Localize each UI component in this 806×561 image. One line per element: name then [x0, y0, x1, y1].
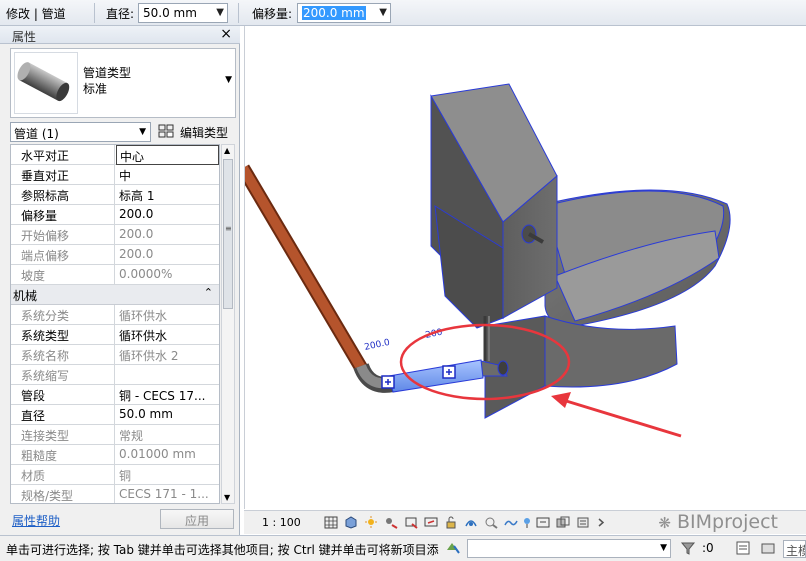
- context-label: 修改 | 管道: [6, 7, 66, 21]
- crop-view-icon[interactable]: [404, 516, 418, 529]
- divider: [238, 3, 239, 23]
- properties-grid: 水平对正 中心 垂直对正 中 参照标高 标高 1 偏移量 200.0 开始偏移 …: [10, 144, 220, 504]
- analytical-model-icon[interactable]: [520, 516, 534, 529]
- prop-row-size-type: 规格/类型 CECS 171 - 1...: [11, 485, 219, 503]
- show-crop-icon[interactable]: [424, 516, 438, 529]
- shadows-icon[interactable]: [384, 516, 398, 529]
- grip-icon: ≡: [225, 224, 232, 233]
- diameter-value: 50.0 mm: [143, 6, 197, 20]
- worksharing-icon[interactable]: [576, 516, 590, 529]
- temporary-properties-icon[interactable]: [504, 516, 518, 529]
- chevron-down-icon: ▼: [216, 7, 224, 18]
- selection-count: :0: [702, 541, 714, 555]
- selected-pipe[interactable]: [388, 359, 484, 393]
- filter-icon[interactable]: [680, 540, 696, 556]
- properties-help-link[interactable]: 属性帮助: [12, 512, 60, 529]
- prop-row-reference-level[interactable]: 参照标高 标高 1: [11, 185, 219, 205]
- chevron-down-icon: ▼: [139, 127, 146, 137]
- options-bar: 修改 | 管道 直径: 50.0 mm ▼ 偏移量: 200.0 mm ▼: [0, 0, 806, 26]
- wechat-icon: ❋: [658, 514, 671, 532]
- prop-row-end-offset: 端点偏移 200.0: [11, 245, 219, 265]
- offset-value: 200.0 mm: [302, 6, 366, 20]
- scroll-down-icon[interactable]: ▼: [224, 493, 230, 502]
- status-hint: 单击可进行选择; 按 Tab 键并单击可选择其他项目; 按 Ctrl 键并单击可…: [6, 543, 439, 557]
- edit-type-icon: [158, 124, 174, 138]
- worksets-icon[interactable]: [445, 540, 461, 556]
- properties-palette: 属性 × 管道类型 标准 ▼ 管道 (1) ▼ 编辑类型 水平对正 中心 垂直对…: [0, 26, 240, 535]
- chevron-down-icon: ▼: [225, 75, 232, 85]
- prop-row-roughness: 粗糙度 0.01000 mm: [11, 445, 219, 465]
- status-bar: 单击可进行选择; 按 Tab 键并单击可选择其他项目; 按 Ctrl 键并单击可…: [0, 535, 806, 561]
- chevron-down-icon: ▼: [379, 7, 387, 18]
- view-control-bar: 1 : 100 ❋ BIMproject: [244, 510, 806, 534]
- properties-scrollbar[interactable]: ▲ ≡ ▼: [221, 144, 235, 504]
- diameter-combo[interactable]: 50.0 mm ▼: [138, 3, 228, 23]
- offset-combo[interactable]: 200.0 mm ▼: [297, 3, 391, 23]
- prop-row-start-offset: 开始偏移 200.0: [11, 225, 219, 245]
- visual-style-icon[interactable]: [344, 516, 358, 529]
- highlight-arrow: [562, 398, 682, 438]
- prop-row-system-abbreviation: 系统缩写: [11, 365, 219, 385]
- reveal-hidden-icon[interactable]: [484, 516, 498, 529]
- prop-row-vertical-justification[interactable]: 垂直对正 中: [11, 165, 219, 185]
- apply-button[interactable]: 应用: [160, 509, 234, 529]
- prop-row-horizontal-justification[interactable]: 水平对正 中心: [11, 145, 219, 165]
- 3d-viewport[interactable]: 200.0 200: [244, 26, 806, 509]
- prop-row-system-type[interactable]: 系统类型 循环供水: [11, 325, 219, 345]
- pipe-type-thumbnail: [14, 52, 78, 114]
- editable-only-icon[interactable]: [735, 540, 751, 556]
- close-icon[interactable]: ×: [220, 26, 232, 42]
- constraints-icon[interactable]: [536, 516, 550, 529]
- divider: [94, 3, 95, 23]
- prop-row-system-classification: 系统分类 循环供水: [11, 305, 219, 325]
- prop-row-offset[interactable]: 偏移量 200.0: [11, 205, 219, 225]
- palette-title: 属性: [12, 30, 37, 44]
- sun-path-icon[interactable]: [364, 516, 378, 529]
- group-header-mechanical[interactable]: 机械 ⌃: [11, 285, 219, 305]
- prop-row-slope: 坡度 0.0000%: [11, 265, 219, 285]
- collapse-icon[interactable]: ⌃: [204, 286, 213, 299]
- highlight-displacement-icon[interactable]: [556, 516, 570, 529]
- offset-label: 偏移量:: [252, 7, 293, 21]
- type-name: 管道类型 标准: [83, 66, 132, 96]
- type-selector[interactable]: 管道类型 标准 ▼: [10, 48, 236, 118]
- scroll-right-icon[interactable]: [594, 516, 608, 529]
- chevron-down-icon: ▼: [660, 543, 667, 553]
- diameter-label: 直径:: [106, 7, 135, 21]
- scrollbar-thumb[interactable]: ≡: [223, 159, 233, 309]
- view-scale[interactable]: 1 : 100: [262, 516, 301, 529]
- active-workset-dropdown[interactable]: ▼: [467, 539, 671, 558]
- instance-filter-dropdown[interactable]: 管道 (1) ▼: [10, 122, 151, 142]
- prop-row-segment[interactable]: 管段 铜 - CECS 17...: [11, 385, 219, 405]
- scroll-up-icon[interactable]: ▲: [224, 146, 230, 155]
- prop-row-material: 材质 铜: [11, 465, 219, 485]
- prop-row-connection-type: 连接类型 常规: [11, 425, 219, 445]
- unlocked-view-icon[interactable]: [444, 516, 458, 529]
- prop-row-system-name: 系统名称 循环供水 2: [11, 345, 219, 365]
- temp-dimension-left[interactable]: 200.0: [364, 338, 392, 353]
- supply-pipe[interactable]: [245, 164, 370, 375]
- watermark: ❋ BIMproject: [658, 511, 778, 533]
- temporary-hide-icon[interactable]: [464, 516, 478, 529]
- detail-level-icon[interactable]: [324, 516, 338, 529]
- design-option-field[interactable]: 主模: [783, 540, 806, 558]
- main-model-icon[interactable]: [760, 540, 776, 556]
- palette-title-bar: 属性 ×: [0, 26, 240, 44]
- prop-row-diameter[interactable]: 直径 50.0 mm: [11, 405, 219, 425]
